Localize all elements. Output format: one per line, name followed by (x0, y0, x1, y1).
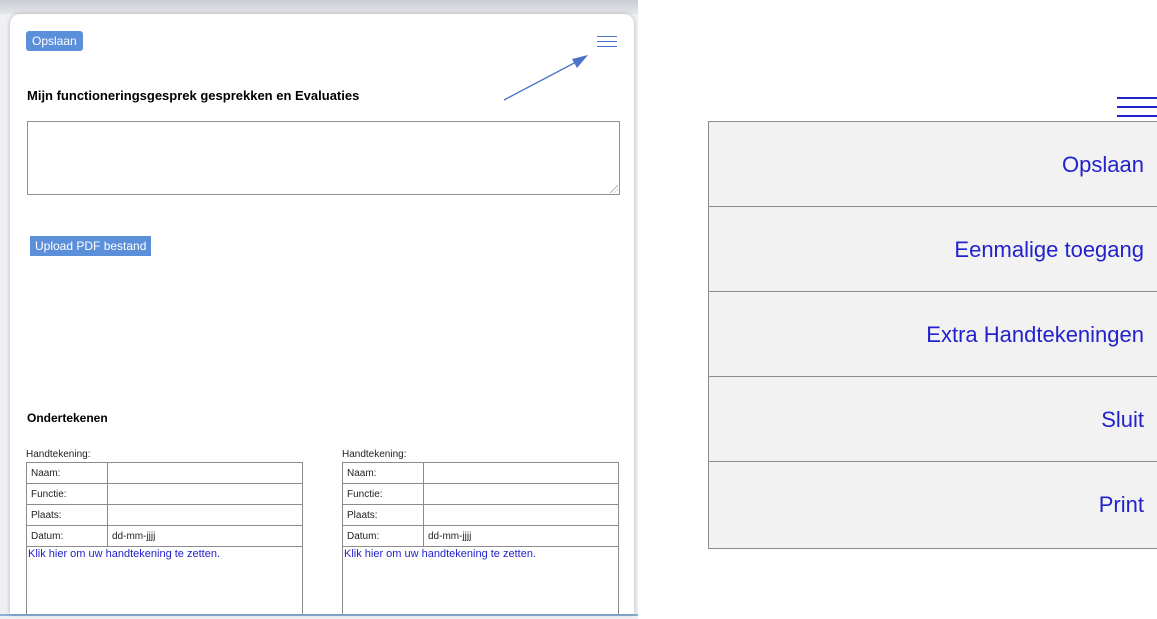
function-field[interactable] (107, 483, 303, 505)
place-field[interactable] (107, 504, 303, 526)
notes-textarea[interactable] (27, 121, 620, 195)
signature-label: Handtekening: (342, 449, 407, 460)
row-key: Datum: (342, 525, 424, 547)
row-key: Plaats: (342, 504, 424, 526)
menu-item-print[interactable]: Print (709, 462, 1157, 548)
table-row: Plaats: (342, 504, 619, 526)
row-key: Functie: (342, 483, 424, 505)
table-row: Datum: dd-mm-jjjj (342, 525, 619, 547)
dropdown-menu: Opslaan Eenmalige toegang Extra Handteke… (708, 121, 1157, 549)
hamburger-icon[interactable] (1117, 95, 1157, 119)
table-row: Naam: (342, 462, 619, 484)
row-key: Plaats: (26, 504, 108, 526)
date-field[interactable]: dd-mm-jjjj (107, 525, 303, 547)
table-row: Datum: dd-mm-jjjj (26, 525, 303, 547)
menu-item-save[interactable]: Opslaan (709, 122, 1157, 207)
name-field[interactable] (423, 462, 619, 484)
row-key: Datum: (26, 525, 108, 547)
table-row: Functie: (342, 483, 619, 505)
menu-item-close[interactable]: Sluit (709, 377, 1157, 462)
row-key: Naam: (26, 462, 108, 484)
signature-block-1: Handtekening: Naam: Functie: Plaats: Dat… (26, 448, 305, 614)
function-field[interactable] (423, 483, 619, 505)
date-field[interactable]: dd-mm-jjjj (423, 525, 619, 547)
signature-block-2: Handtekening: Naam: Functie: Plaats: Dat… (342, 448, 621, 614)
signature-table: Naam: Functie: Plaats: Datum: dd-mm-jjjj (342, 462, 619, 547)
background-divider (0, 614, 638, 616)
page-title: Mijn functioneringsgesprek gesprekken en… (27, 88, 360, 103)
table-row: Functie: (26, 483, 303, 505)
resize-grip-icon[interactable] (610, 185, 618, 193)
background-header (0, 0, 638, 14)
row-key: Functie: (26, 483, 108, 505)
upload-pdf-button[interactable]: Upload PDF bestand (30, 236, 152, 256)
table-row: Plaats: (26, 504, 303, 526)
signature-table: Naam: Functie: Plaats: Datum: dd-mm-jjjj (26, 462, 303, 547)
menu-item-one-time-access[interactable]: Eenmalige toegang (709, 207, 1157, 292)
sign-section-title: Ondertekenen (27, 411, 108, 425)
signature-pad[interactable]: Klik hier om uw handtekening te zetten. (342, 547, 619, 614)
place-field[interactable] (423, 504, 619, 526)
table-row: Naam: (26, 462, 303, 484)
name-field[interactable] (107, 462, 303, 484)
evaluation-modal: Opslaan Mijn functioneringsgesprek gespr… (10, 14, 634, 614)
menu-item-extra-signatures[interactable]: Extra Handtekeningen (709, 292, 1157, 377)
signature-pad[interactable]: Klik hier om uw handtekening te zetten. (26, 547, 303, 614)
row-key: Naam: (342, 462, 424, 484)
signature-label: Handtekening: (26, 449, 91, 460)
